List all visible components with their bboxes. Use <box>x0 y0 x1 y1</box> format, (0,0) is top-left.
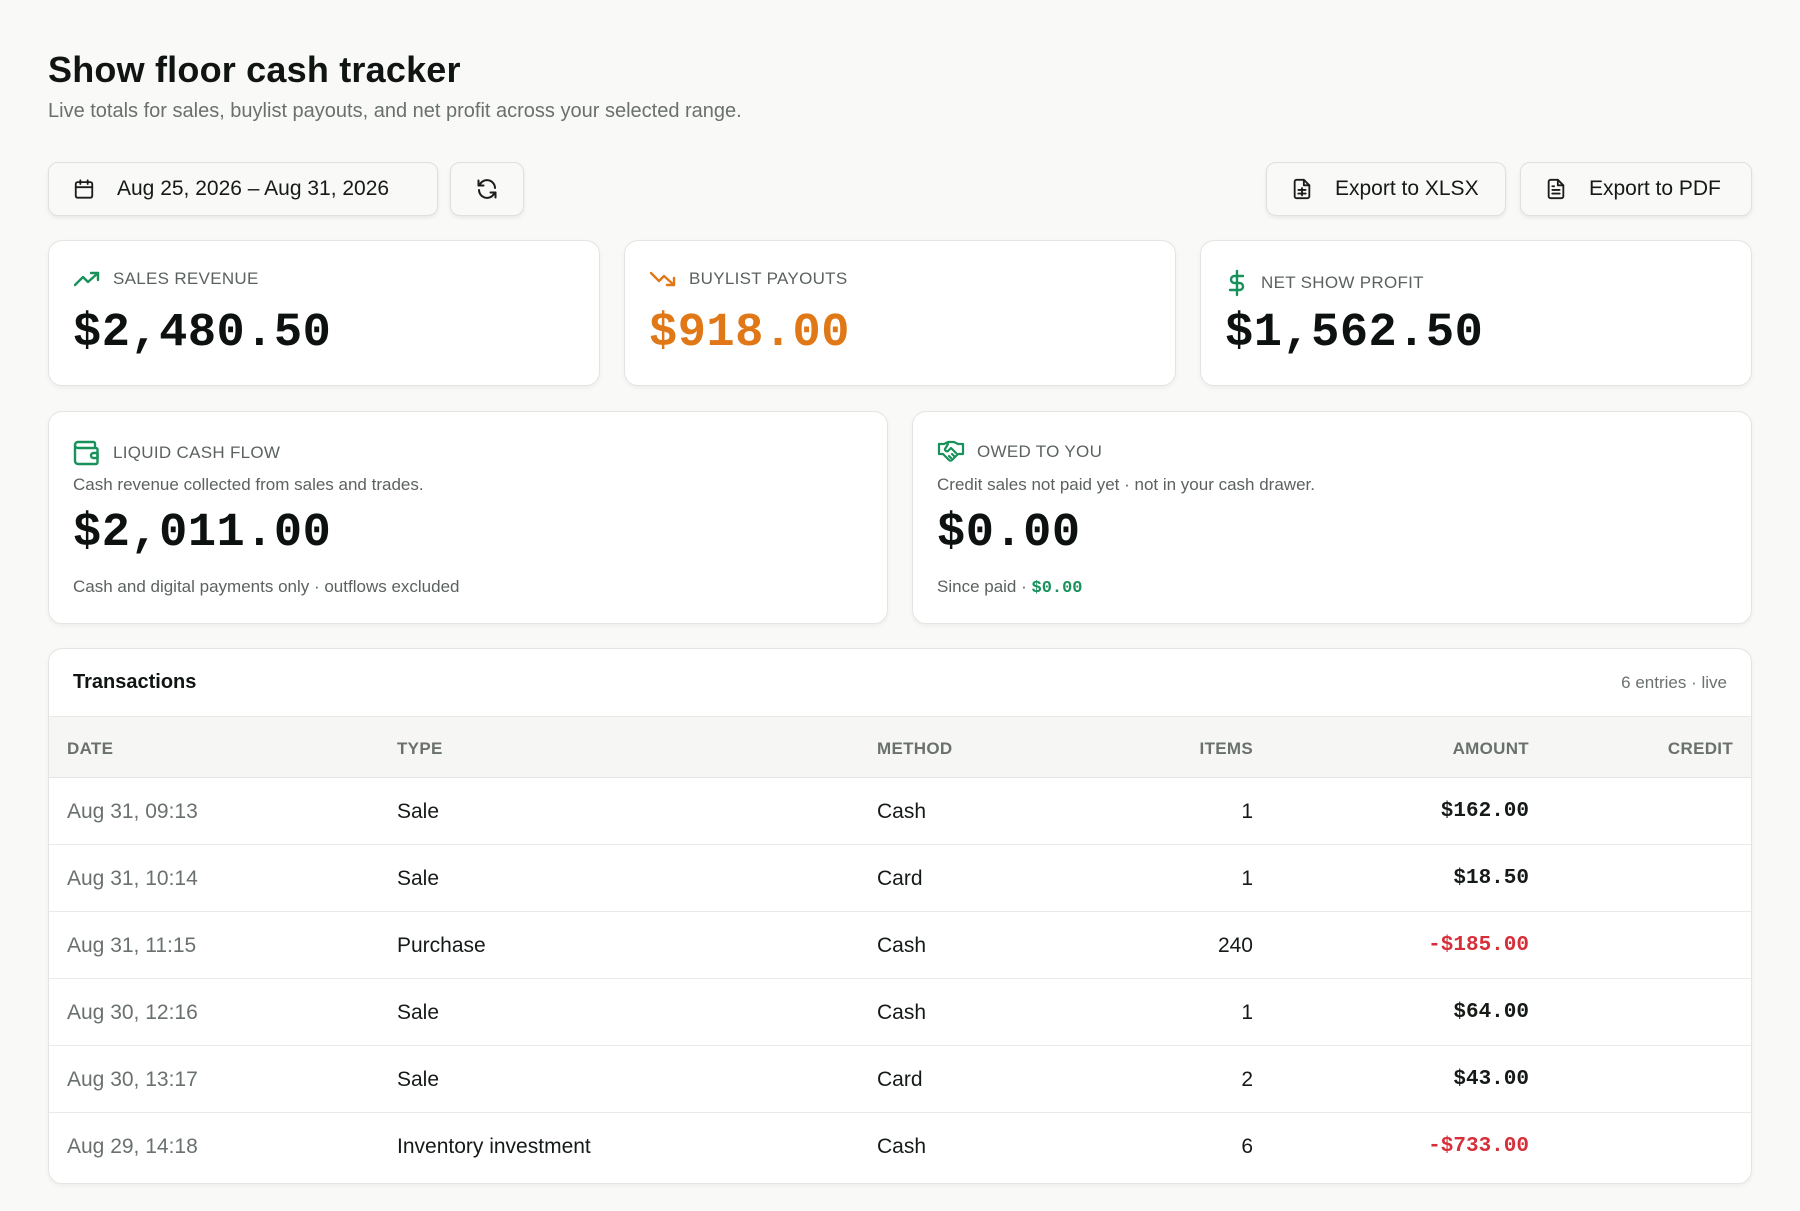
cell-date: Aug 31, 11:15 <box>67 934 197 957</box>
export-pdf-label: Export to PDF <box>1589 177 1721 200</box>
export-xlsx-label: Export to XLSX <box>1335 177 1479 200</box>
cell-items: 240 <box>1217 934 1253 957</box>
page-title: Show floor cash tracker <box>48 49 461 90</box>
cell-amount: $43.00 <box>1453 1068 1529 1091</box>
cell-date: Aug 30, 12:16 <box>67 1001 198 1024</box>
file-text-icon <box>1545 178 1567 200</box>
liquid-cash-flow-header: LIQUID CASH FLOW <box>73 440 280 466</box>
liquid-cash-flow-note: Cash and digital payments only · outflow… <box>73 577 460 596</box>
column-header-date[interactable]: DATE <box>67 739 113 759</box>
cell-amount: -$733.00 <box>1428 1135 1529 1158</box>
cell-type: Purchase <box>397 934 486 957</box>
cell-amount: $18.50 <box>1453 867 1529 890</box>
table-row[interactable]: Aug 31, 11:15 Purchase Cash 240 -$185.00 <box>49 912 1751 979</box>
liquid-cash-flow-description: Cash revenue collected from sales and tr… <box>73 475 424 494</box>
cell-type: Sale <box>397 1001 440 1024</box>
sales-revenue-card: SALES REVENUE $2,480.50 <box>48 240 600 386</box>
page-subtitle: Live totals for sales, buylist payouts, … <box>48 100 742 122</box>
cell-date: Aug 31, 09:13 <box>67 800 198 823</box>
buylist-payouts-value: $918.00 <box>649 307 850 360</box>
cell-items: 1 <box>1241 867 1253 890</box>
cell-items: 6 <box>1241 1135 1253 1158</box>
column-header-type[interactable]: TYPE <box>397 739 443 759</box>
liquid-cash-flow-value: $2,011.00 <box>73 507 332 560</box>
dollar-icon <box>1225 269 1249 297</box>
column-header-method[interactable]: METHOD <box>877 739 952 759</box>
handshake-icon <box>937 440 965 464</box>
cell-items: 1 <box>1241 1001 1253 1024</box>
cell-date: Aug 29, 14:18 <box>67 1135 198 1158</box>
column-header-amount[interactable]: AMOUNT <box>1453 739 1529 759</box>
cell-date: Aug 31, 10:14 <box>67 867 198 890</box>
net-profit-value: $1,562.50 <box>1225 307 1484 360</box>
table-row[interactable]: Aug 29, 14:18 Inventory investment Cash … <box>49 1113 1751 1180</box>
table-header: DATE TYPE METHOD ITEMS AMOUNT CREDIT <box>49 716 1751 778</box>
cell-method: Card <box>877 1068 923 1091</box>
liquid-cash-flow-label: LIQUID CASH FLOW <box>113 443 281 462</box>
since-paid-label: Since paid · <box>937 577 1032 596</box>
transactions-title: Transactions <box>73 671 197 693</box>
owed-to-you-card: OWED TO YOU Credit sales not paid yet · … <box>912 411 1752 624</box>
table-row[interactable]: Aug 31, 10:14 Sale Card 1 $18.50 <box>49 845 1751 912</box>
cell-amount: $162.00 <box>1440 800 1529 823</box>
owed-to-you-value: $0.00 <box>937 507 1081 560</box>
sales-revenue-value: $2,480.50 <box>73 307 332 360</box>
refresh-icon <box>475 177 499 201</box>
cell-type: Sale <box>397 1068 440 1091</box>
cell-items: 2 <box>1241 1068 1253 1091</box>
buylist-payouts-card: BUYLIST PAYOUTS $918.00 <box>624 240 1176 386</box>
table-row[interactable]: Aug 31, 09:13 Sale Cash 1 $162.00 <box>49 778 1751 845</box>
owed-to-you-header: OWED TO YOU <box>937 440 1102 464</box>
trending-up-icon <box>73 269 101 289</box>
cell-amount: $64.00 <box>1453 1001 1529 1024</box>
refresh-button[interactable] <box>450 162 524 216</box>
since-paid-value: $0.00 <box>1031 579 1083 598</box>
trending-down-icon <box>649 269 677 289</box>
sales-revenue-header: SALES REVENUE <box>73 269 259 289</box>
net-profit-header: NET SHOW PROFIT <box>1225 269 1424 297</box>
table-row[interactable]: Aug 30, 13:17 Sale Card 2 $43.00 <box>49 1046 1751 1113</box>
net-profit-label: NET SHOW PROFIT <box>1261 273 1424 292</box>
cell-method: Cash <box>877 934 927 957</box>
file-spreadsheet-icon <box>1291 178 1313 200</box>
cell-date: Aug 30, 13:17 <box>67 1068 198 1091</box>
column-header-credit[interactable]: CREDIT <box>1668 739 1733 759</box>
transactions-table: Transactions 6 entries · live DATE TYPE … <box>48 648 1752 1184</box>
cell-items: 1 <box>1241 800 1253 823</box>
owed-to-you-description: Credit sales not paid yet · not in your … <box>937 475 1315 494</box>
column-header-items[interactable]: ITEMS <box>1200 739 1253 759</box>
wallet-icon <box>73 440 101 466</box>
cell-type: Inventory investment <box>397 1135 591 1158</box>
table-row[interactable]: Aug 30, 12:16 Sale Cash 1 $64.00 <box>49 979 1751 1046</box>
buylist-payouts-label: BUYLIST PAYOUTS <box>689 269 848 288</box>
transactions-meta: 6 entries · live <box>1621 673 1727 692</box>
net-profit-card: NET SHOW PROFIT $1,562.50 <box>1200 240 1752 386</box>
sales-revenue-label: SALES REVENUE <box>113 269 259 288</box>
date-range-picker[interactable]: Aug 25, 2026 – Aug 31, 2026 <box>48 162 438 216</box>
cell-type: Sale <box>397 867 440 890</box>
buylist-payouts-header: BUYLIST PAYOUTS <box>649 269 848 289</box>
cell-method: Cash <box>877 1135 927 1158</box>
date-range-label: Aug 25, 2026 – Aug 31, 2026 <box>117 177 390 200</box>
owed-to-you-label: OWED TO YOU <box>977 442 1103 461</box>
cell-method: Cash <box>877 1001 927 1024</box>
liquid-cash-flow-card: LIQUID CASH FLOW Cash revenue collected … <box>48 411 888 624</box>
cell-type: Sale <box>397 800 440 823</box>
export-xlsx-button[interactable]: Export to XLSX <box>1266 162 1506 216</box>
since-paid: Since paid · $0.00 <box>937 577 1083 598</box>
calendar-icon <box>73 178 95 200</box>
cell-amount: -$185.00 <box>1428 934 1529 957</box>
cell-method: Card <box>877 867 923 890</box>
export-pdf-button[interactable]: Export to PDF <box>1520 162 1752 216</box>
cell-method: Cash <box>877 800 927 823</box>
